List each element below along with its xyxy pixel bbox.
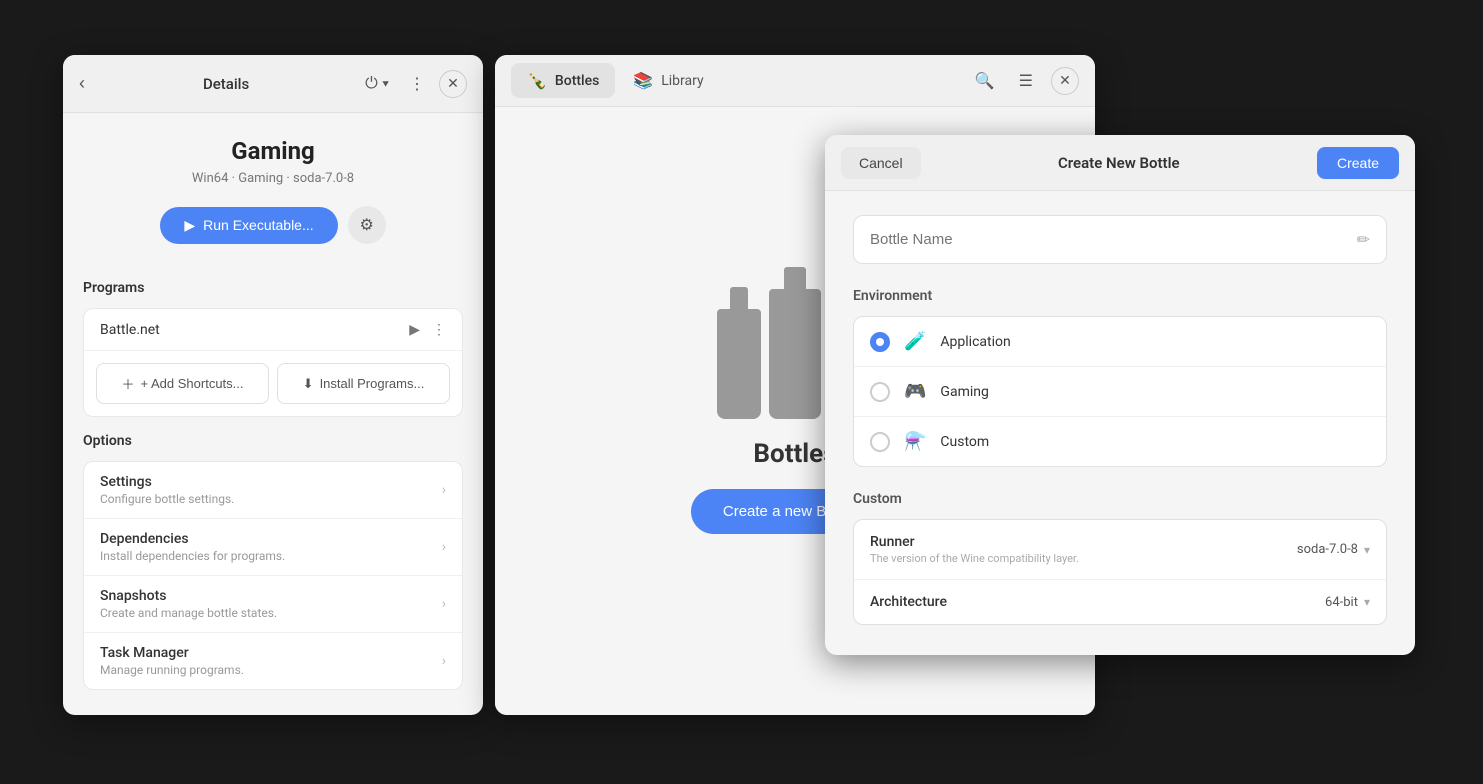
details-title: Details — [93, 75, 359, 93]
programs-list: Battle.net ▶ ⋮ ＋ + Add Shortcuts... ⬇ In… — [83, 308, 463, 417]
more-menu-button[interactable]: ⋮ — [403, 70, 431, 98]
chevron-right-icon: › — [442, 596, 446, 612]
option-desc: Create and manage bottle states. — [100, 606, 442, 620]
details-titlebar: ‹ Details ⏻ ▾ ⋮ ✕ — [63, 55, 483, 113]
tab-library[interactable]: 📚 Library — [617, 63, 719, 98]
option-desc: Manage running programs. — [100, 663, 442, 677]
close-button[interactable]: ✕ — [439, 70, 467, 98]
option-name: Snapshots — [100, 588, 442, 604]
add-shortcuts-button[interactable]: ＋ + Add Shortcuts... — [96, 363, 269, 404]
run-executable-button[interactable]: ▶ Run Executable... — [160, 207, 337, 244]
taskmanager-option[interactable]: Task Manager Manage running programs. › — [84, 633, 462, 689]
create-body: ✏ Environment 🧪 Application 🎮 Gaming ⚗️ … — [825, 191, 1415, 655]
shortcut-row: ＋ + Add Shortcuts... ⬇ Install Programs.… — [84, 355, 462, 416]
program-item[interactable]: Battle.net ▶ ⋮ — [84, 309, 462, 351]
tab-group: 🍾 Bottles 📚 Library — [511, 63, 720, 98]
program-more-button[interactable]: ⋮ — [432, 321, 446, 338]
env-option-application[interactable]: 🧪 Application — [854, 317, 1386, 367]
radio-gaming[interactable] — [870, 382, 890, 402]
custom-icon: ⚗️ — [904, 431, 926, 452]
bottle-shape-center — [769, 289, 821, 419]
dependencies-option[interactable]: Dependencies Install dependencies for pr… — [84, 519, 462, 576]
option-name: Settings — [100, 474, 442, 490]
env-label-custom: Custom — [940, 434, 989, 450]
search-button[interactable]: 🔍 — [969, 67, 1001, 95]
program-actions: ▶ ⋮ — [409, 321, 446, 338]
play-program-button[interactable]: ▶ — [409, 321, 420, 338]
programs-section-title: Programs — [83, 280, 463, 296]
options-list: Settings Configure bottle settings. › De… — [83, 461, 463, 690]
gaming-icon: 🎮 — [904, 381, 926, 402]
option-name: Task Manager — [100, 645, 442, 661]
radio-custom[interactable] — [870, 432, 890, 452]
create-titlebar: Cancel Create New Bottle Create — [825, 135, 1415, 191]
bottles-titlebar: 🍾 Bottles 📚 Library 🔍 ☰ ✕ — [495, 55, 1095, 107]
details-body: Programs Battle.net ▶ ⋮ ＋ + Add Shortcut… — [63, 264, 483, 715]
gear-button[interactable]: ⚙ — [348, 206, 386, 244]
snapshots-option[interactable]: Snapshots Create and manage bottle state… — [84, 576, 462, 633]
bottles-tab-label: Bottles — [555, 73, 599, 89]
library-tab-icon: 📚 — [633, 71, 653, 90]
details-actions: ▶ Run Executable... ⚙ — [83, 206, 463, 244]
chevron-right-icon: › — [442, 539, 446, 555]
power-button[interactable]: ⏻ ▾ — [359, 71, 395, 97]
app-meta: Win64 · Gaming · soda-7.0-8 — [83, 171, 463, 186]
dialog-title: Create New Bottle — [933, 154, 1305, 172]
settings-option[interactable]: Settings Configure bottle settings. › — [84, 462, 462, 519]
option-desc: Configure bottle settings. — [100, 492, 442, 506]
edit-icon: ✏ — [1357, 230, 1370, 249]
bottle-name-field[interactable]: ✏ — [853, 215, 1387, 264]
cancel-button[interactable]: Cancel — [841, 147, 921, 179]
radio-application[interactable] — [870, 332, 890, 352]
plus-icon: ＋ — [122, 374, 135, 393]
runner-desc: The version of the Wine compatibility la… — [870, 552, 1297, 565]
chevron-right-icon: › — [442, 653, 446, 669]
app-name: Gaming — [83, 137, 463, 165]
arch-value: 64-bit — [1325, 595, 1358, 610]
env-label-gaming: Gaming — [940, 384, 988, 400]
runner-label: Runner — [870, 534, 1297, 550]
program-name: Battle.net — [100, 322, 409, 338]
install-programs-button[interactable]: ⬇ Install Programs... — [277, 363, 450, 404]
tab-bottles[interactable]: 🍾 Bottles — [511, 63, 615, 98]
details-window: ‹ Details ⏻ ▾ ⋮ ✕ Gaming Win64 · Gaming … — [63, 55, 483, 715]
option-desc: Install dependencies for programs. — [100, 549, 442, 563]
bottle-name-input[interactable] — [870, 231, 1357, 248]
details-header: Gaming Win64 · Gaming · soda-7.0-8 ▶ Run… — [63, 113, 483, 264]
play-icon: ▶ — [184, 217, 195, 234]
env-label-application: Application — [940, 334, 1010, 350]
library-tab-label: Library — [661, 73, 703, 89]
runner-dropdown[interactable]: soda-7.0-8 ▾ — [1297, 542, 1370, 557]
bottles-titlebar-right: 🔍 ☰ ✕ — [969, 67, 1079, 95]
environment-options: 🧪 Application 🎮 Gaming ⚗️ Custom — [853, 316, 1387, 467]
custom-section-title: Custom — [853, 491, 1387, 507]
env-option-custom[interactable]: ⚗️ Custom — [854, 417, 1386, 466]
add-shortcuts-label: + Add Shortcuts... — [141, 376, 244, 391]
runner-row: Runner The version of the Wine compatibi… — [854, 520, 1386, 580]
application-icon: 🧪 — [904, 331, 926, 352]
option-name: Dependencies — [100, 531, 442, 547]
install-programs-label: Install Programs... — [320, 376, 425, 391]
arch-dropdown[interactable]: 64-bit ▾ — [1325, 595, 1370, 610]
environment-section-title: Environment — [853, 288, 1387, 304]
env-option-gaming[interactable]: 🎮 Gaming — [854, 367, 1386, 417]
custom-options: Runner The version of the Wine compatibi… — [853, 519, 1387, 625]
menu-button[interactable]: ☰ — [1013, 67, 1039, 95]
close-button[interactable]: ✕ — [1051, 67, 1079, 95]
chevron-right-icon: › — [442, 482, 446, 498]
bottles-tab-icon: 🍾 — [527, 71, 547, 90]
runner-value: soda-7.0-8 — [1297, 542, 1358, 557]
architecture-row: Architecture 64-bit ▾ — [854, 580, 1386, 624]
options-section-title: Options — [83, 433, 463, 449]
dropdown-arrow-icon: ▾ — [1364, 543, 1370, 557]
arch-label: Architecture — [870, 594, 1325, 610]
create-new-bottle-window: Cancel Create New Bottle Create ✏ Enviro… — [825, 135, 1415, 655]
create-button[interactable]: Create — [1317, 147, 1399, 179]
bottle-shape-left — [717, 309, 761, 419]
dropdown-arrow-icon: ▾ — [1364, 595, 1370, 609]
download-icon: ⬇ — [303, 376, 314, 392]
back-button[interactable]: ‹ — [79, 69, 93, 98]
titlebar-actions: ⏻ ▾ ⋮ ✕ — [359, 70, 467, 98]
